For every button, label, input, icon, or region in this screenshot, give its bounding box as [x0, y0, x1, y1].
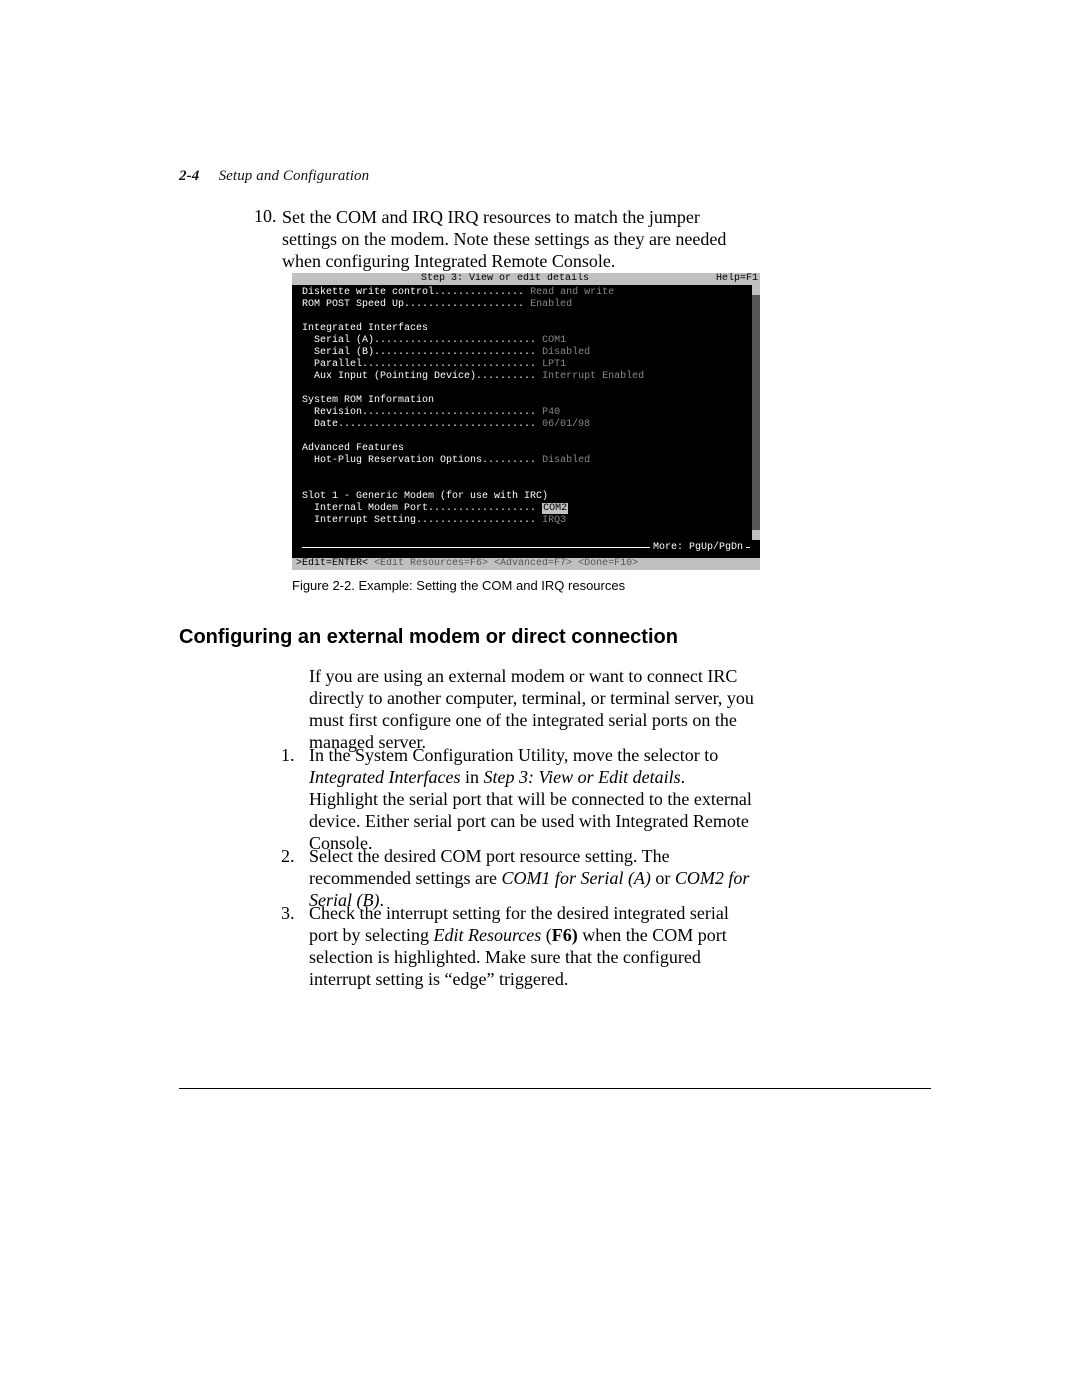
footer-rule — [179, 1088, 931, 1089]
bios-screenshot: Step 3: View or edit details Help=F1 Dis… — [292, 273, 760, 570]
section-heading: Configuring an external modem or direct … — [179, 626, 678, 649]
bios-aux-val: Interrupt Enabled — [542, 371, 644, 382]
ol1-italic-interfaces: Integrated Interfaces — [309, 767, 460, 787]
ol-num-1: 1. — [281, 744, 295, 766]
step-number-10: 10. — [254, 206, 277, 227]
intro-paragraph: If you are using an external modem or wa… — [309, 665, 755, 753]
step-10: 10. Set the COM and IRQ IRQ resources to… — [282, 206, 756, 272]
bios-interfaces-header: Integrated Interfaces — [302, 323, 428, 334]
scrollbar-thumb-bottom — [752, 530, 760, 540]
ol-num-3: 3. — [281, 902, 295, 924]
bios-revision-label: Revision............................. — [302, 407, 536, 418]
ol2-italic-com1: COM1 for Serial (A) — [501, 868, 650, 888]
bios-statusbar: >Edit=ENTER< <Edit Resources=F6> <Advanc… — [292, 558, 760, 570]
figure-caption: Figure 2-2. Example: Setting the COM and… — [292, 578, 625, 593]
ol3-italic-editres: Edit Resources — [433, 925, 541, 945]
bios-parallel-label: Parallel............................. — [302, 359, 536, 370]
bios-serial-a-label: Serial (A)........................... — [302, 335, 536, 346]
running-header: 2-4 Setup and Configuration — [179, 168, 369, 185]
page: 2-4 Setup and Configuration 10. Set the … — [0, 0, 1080, 1397]
bios-advanced-key[interactable]: <Advanced=F7> — [488, 558, 572, 569]
bios-aux-label: Aux Input (Pointing Device).......... — [302, 371, 536, 382]
page-number: 2-4 — [179, 168, 199, 184]
section-title: Setup and Configuration — [219, 168, 370, 184]
bios-advanced-header: Advanced Features — [302, 443, 404, 454]
bios-hotplug-val: Disabled — [542, 455, 590, 466]
bios-content: Diskette write control............... Re… — [292, 285, 760, 527]
ol-item-1: 1. In the System Configuration Utility, … — [309, 744, 755, 854]
ol-num-2: 2. — [281, 845, 295, 867]
bios-serial-b-label: Serial (B)........................... — [302, 347, 536, 358]
bios-interrupt-val: IRQ3 — [542, 515, 566, 526]
step-text-10: Set the COM and IRQ IRQ resources to mat… — [282, 207, 726, 271]
bios-parallel-val: LPT1 — [542, 359, 566, 370]
ol2-part-c: or — [651, 868, 675, 888]
bios-sysrom-header: System ROM Information — [302, 395, 434, 406]
bios-modem-port-val[interactable]: COM2 — [542, 503, 568, 514]
bios-titlebar: Step 3: View or edit details Help=F1 — [292, 273, 760, 285]
bios-modem-port-label: Internal Modem Port.................. — [302, 503, 536, 514]
bios-date-val: 06/01/98 — [542, 419, 590, 430]
bios-revision-val: P40 — [542, 407, 560, 418]
bios-done-key[interactable]: <Done=F10> — [572, 558, 638, 569]
bios-title: Step 3: View or edit details — [294, 273, 716, 285]
bios-serial-b-val: Disabled — [542, 347, 590, 358]
ol3-part-c: ( — [541, 925, 552, 945]
bios-slot1-header: Slot 1 - Generic Modem (for use with IRC… — [302, 491, 548, 502]
bios-rompost-label: ROM POST Speed Up.................... — [302, 299, 524, 310]
ol1-part-a: In the System Configuration Utility, mov… — [309, 745, 718, 765]
bios-diskette-val: Read and write — [530, 287, 614, 298]
scrollbar-thumb-top — [752, 285, 760, 295]
bios-rompost-val: Enabled — [530, 299, 572, 310]
bios-diskette-label: Diskette write control............... — [302, 287, 524, 298]
bios-edit-key[interactable]: >Edit=ENTER< — [296, 558, 368, 569]
bios-help-label: Help=F1 — [716, 273, 758, 285]
ol1-italic-step3: Step 3: View or Edit details — [483, 767, 680, 787]
bios-editres-key[interactable]: <Edit Resources=F6> — [368, 558, 488, 569]
ol-item-3: 3. Check the interrupt setting for the d… — [309, 902, 755, 990]
bios-serial-a-val: COM1 — [542, 335, 566, 346]
bios-more-label: More: PgUp/PgDn — [650, 542, 746, 554]
bios-hotplug-label: Hot-Plug Reservation Options......... — [302, 455, 536, 466]
ol1-part-c: in — [460, 767, 483, 787]
bios-interrupt-label: Interrupt Setting.................... — [302, 515, 536, 526]
bios-date-label: Date................................. — [302, 419, 536, 430]
bios-scrollbar[interactable] — [752, 285, 760, 540]
ol3-bold-f6: F6) — [552, 925, 578, 945]
